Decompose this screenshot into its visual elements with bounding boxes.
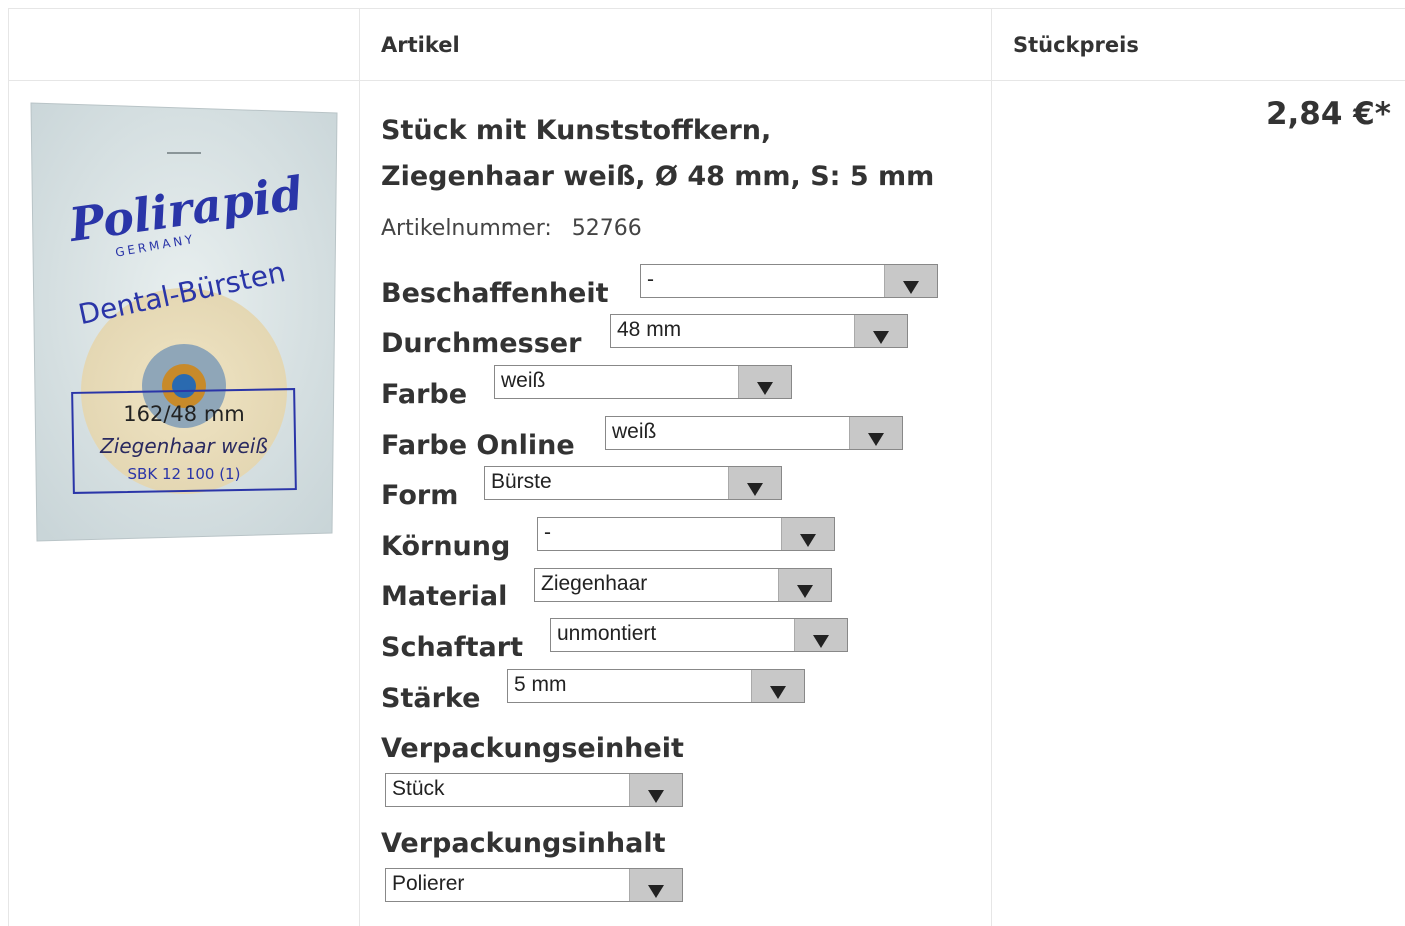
column-header-article: Artikel [381,33,460,57]
select-verpackungseinheit[interactable]: Stück [385,773,683,807]
product-image[interactable]: Polirapid GERMANY Dental-Bürsten 162/48 … [29,101,339,543]
chevron-down-icon[interactable] [778,569,831,601]
svg-text:162/48 mm: 162/48 mm [123,402,244,426]
select-form[interactable]: Bürste [484,466,782,500]
select-koernung[interactable]: - [537,517,835,551]
select-value: Polierer [392,872,465,895]
column-header-unit-price: Stückpreis [1013,33,1139,57]
property-label-koernung: Körnung [381,531,511,562]
select-value: Bürste [491,470,552,493]
product-title-line: Ziegenhaar weiß, Ø 48 mm, S: 5 mm [381,161,935,192]
select-value: weiß [612,420,657,443]
unit-price: 2,84 €* [1265,96,1391,132]
chevron-down-icon[interactable] [849,417,902,449]
chevron-down-icon[interactable] [629,869,682,901]
svg-text:Ziegenhaar weiß: Ziegenhaar weiß [99,434,268,458]
property-label-farbe-online: Farbe Online [381,430,575,461]
select-value: Ziegenhaar [541,572,648,595]
property-label-farbe: Farbe [381,379,468,410]
product-title[interactable]: Stück mit Kunststoffkern, Ziegenhaar wei… [381,108,981,200]
table-top-border [8,8,1405,9]
property-label-staerke: Stärke [381,683,481,714]
select-value: unmontiert [557,622,657,645]
chevron-down-icon[interactable] [751,670,804,702]
column-divider [8,8,9,926]
chevron-down-icon[interactable] [629,774,682,806]
article-number-label: Artikelnummer: [381,216,552,241]
select-value: Stück [392,777,445,800]
select-verpackungsinhalt[interactable]: Polierer [385,868,683,902]
property-label-beschaffenheit: Beschaffenheit [381,278,609,309]
select-farbe[interactable]: weiß [494,365,792,399]
select-value: 48 mm [617,318,682,341]
select-material[interactable]: Ziegenhaar [534,568,832,602]
property-label-durchmesser: Durchmesser [381,328,582,359]
property-label-verpackungsinhalt: Verpackungsinhalt [381,828,666,859]
select-farbe-online[interactable]: weiß [605,416,903,450]
select-schaftart[interactable]: unmontiert [550,618,848,652]
chevron-down-icon[interactable] [884,265,937,297]
chevron-down-icon[interactable] [854,315,907,347]
product-title-line: Stück mit Kunststoffkern, [381,115,772,146]
chevron-down-icon[interactable] [728,467,781,499]
column-divider [991,8,992,926]
select-value: 5 mm [514,673,567,696]
select-beschaffenheit[interactable]: - [640,264,938,298]
select-value: weiß [501,369,546,392]
chevron-down-icon[interactable] [794,619,847,651]
select-durchmesser[interactable]: 48 mm [610,314,908,348]
column-divider [359,8,360,926]
chevron-down-icon[interactable] [781,518,834,550]
svg-text:SBK 12 100 (1): SBK 12 100 (1) [128,465,241,483]
article-number: Artikelnummer: 52766 [381,216,642,241]
table-header-border [8,80,1405,81]
property-label-material: Material [381,581,508,612]
chevron-down-icon[interactable] [738,366,791,398]
select-value: - [647,268,654,291]
property-label-schaftart: Schaftart [381,632,523,663]
property-label-verpackungseinheit: Verpackungseinheit [381,733,684,764]
property-label-form: Form [381,480,459,511]
article-number-value: 52766 [571,216,642,241]
select-value: - [544,521,551,544]
select-staerke[interactable]: 5 mm [507,669,805,703]
